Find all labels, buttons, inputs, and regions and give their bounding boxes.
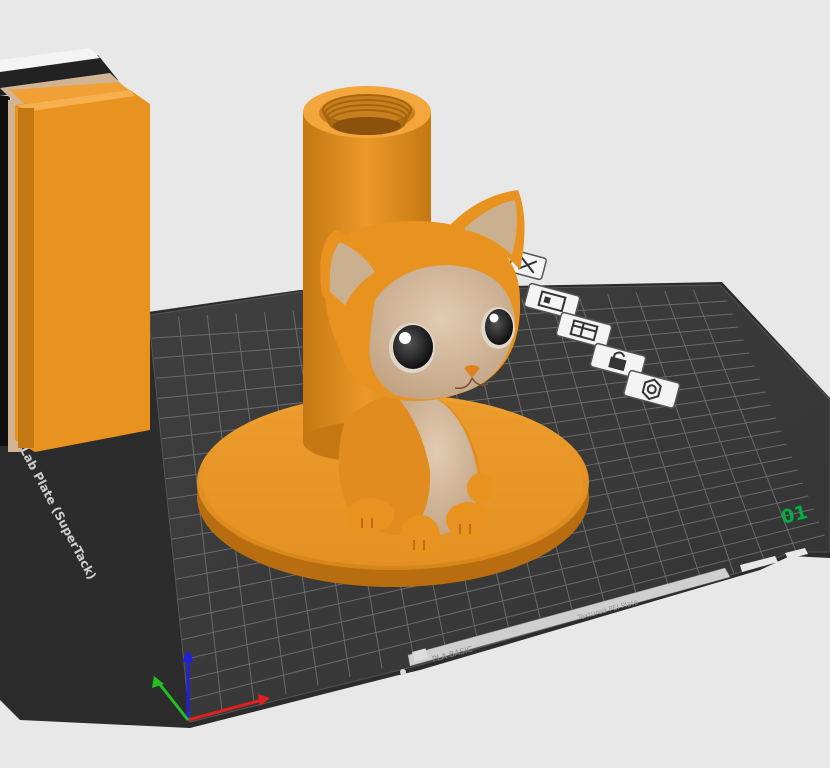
scene-canvas[interactable]: 01 Cool Lab Plate (SuperTack) PLA BASIC …: [0, 0, 830, 768]
3d-viewport[interactable]: 01 Cool Lab Plate (SuperTack) PLA BASIC …: [0, 0, 830, 768]
wipe-tower[interactable]: [0, 48, 150, 452]
